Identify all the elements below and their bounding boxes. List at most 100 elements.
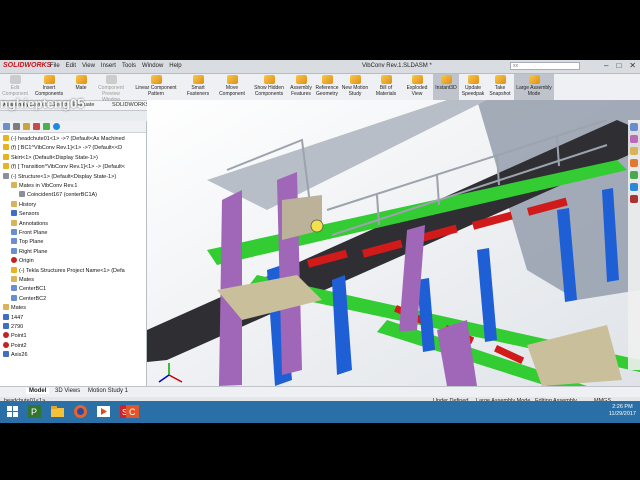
tree-item-label: (-) Structure<1> (Default<Display State-… bbox=[11, 173, 117, 180]
tree-item[interactable]: Sensors bbox=[11, 210, 39, 219]
design-library-icon[interactable] bbox=[630, 147, 638, 155]
tree-item[interactable]: CenterBC2 bbox=[11, 294, 47, 304]
capture-app-icon[interactable]: C bbox=[124, 403, 141, 420]
view-palette-icon[interactable] bbox=[630, 171, 638, 179]
home-icon[interactable] bbox=[630, 123, 638, 131]
maximize-icon[interactable]: □ bbox=[616, 61, 621, 70]
tree-item[interactable]: CenterBC1 bbox=[11, 285, 46, 294]
solidworks-window: SOLIDWORKS File Edit View Insert Tools Window… bbox=[0, 60, 640, 413]
command-manager-ribbon: Edit Component Insert Components Mate Compo… bbox=[0, 74, 640, 103]
top-letterbox bbox=[0, 0, 640, 11]
tree-item-label: Coincident167 (centerBC1A) bbox=[27, 192, 98, 199]
tree-item-label: CenterBC2 bbox=[19, 295, 47, 302]
ribbon-label: Assembly Features bbox=[290, 85, 312, 97]
take-snapshot-button[interactable]: Take Snapshot bbox=[487, 74, 513, 100]
tree-item[interactable]: Origin bbox=[11, 257, 34, 266]
tree-item[interactable]: Top Plane bbox=[11, 238, 43, 247]
update-speedpak-button[interactable]: Update Speedpak bbox=[460, 74, 486, 100]
tree-item[interactable]: Right Plane bbox=[11, 247, 47, 257]
tree-item[interactable]: Mates bbox=[3, 304, 26, 313]
tree-item[interactable]: Axis26 bbox=[3, 351, 28, 360]
dimxpert-icon[interactable] bbox=[33, 123, 40, 130]
edit-component-icon bbox=[9, 75, 21, 84]
menu-window[interactable]: Window bbox=[142, 63, 163, 69]
bill-of-materials-button[interactable]: Bill of Materials bbox=[371, 74, 401, 100]
new-motion-study-button[interactable]: New Motion Study bbox=[340, 74, 370, 100]
menu-help[interactable]: Help bbox=[169, 63, 181, 69]
menu-file[interactable]: File bbox=[50, 63, 60, 69]
tree-item[interactable]: Mates in VibConv Rev.1 bbox=[11, 182, 78, 191]
tree-item[interactable]: (-) Tekla Structures Project Name<1> (De… bbox=[11, 266, 125, 276]
document-title: VibConv Rev.1.SLDASM * bbox=[362, 63, 432, 69]
ribbon-label: Mate bbox=[75, 85, 87, 91]
smart-fasteners-button[interactable]: Smart Fasteners bbox=[183, 74, 213, 100]
tree-item[interactable]: Point2 bbox=[3, 341, 27, 351]
tree-item-label: Top Plane bbox=[19, 239, 44, 246]
menu-edit[interactable]: Edit bbox=[66, 63, 76, 69]
tree-item[interactable]: Skirt<1> (Default<Display State-1>) bbox=[3, 153, 98, 163]
exploded-view-button[interactable]: Exploded View bbox=[402, 74, 432, 100]
project-app-icon[interactable]: P bbox=[26, 403, 43, 420]
feature-manager-icon[interactable] bbox=[3, 123, 10, 130]
tree-item[interactable]: Mates bbox=[11, 276, 34, 285]
large-assembly-mode-button[interactable]: Large Assembly Mode bbox=[514, 74, 554, 100]
tree-item-label: 1447 bbox=[11, 314, 24, 321]
tree-item[interactable]: (-) headchute01<1> ->? (Default<As Machi… bbox=[3, 135, 125, 144]
assembly-features-button[interactable]: Assembly Features bbox=[288, 74, 314, 100]
ribbon-label: Take Snapshot bbox=[489, 85, 511, 97]
tree-item-label: Point2 bbox=[11, 342, 27, 349]
tree-item[interactable]: (f) [ Transition^VibConv Rev.1]<1> -> (D… bbox=[3, 163, 125, 172]
display-manager-icon[interactable] bbox=[43, 123, 50, 130]
tree-node-icon bbox=[3, 135, 9, 141]
tree-item[interactable]: (-) Structure<1> (Default<Display State-… bbox=[3, 172, 117, 182]
tree-item-label: Sensors bbox=[19, 211, 40, 218]
tree-item[interactable]: Coincident167 (centerBC1A) bbox=[19, 191, 97, 200]
system-clock[interactable]: 2:26 PM 11/29/2017 bbox=[609, 404, 636, 418]
file-explorer-icon[interactable] bbox=[630, 159, 638, 167]
linear-component-pattern-icon bbox=[150, 75, 162, 84]
reference-geometry-button[interactable]: Reference Geometry bbox=[315, 74, 339, 100]
tab-3d-views[interactable]: 3D Views bbox=[52, 388, 83, 394]
move-component-icon bbox=[226, 75, 238, 84]
tree-node-icon bbox=[11, 182, 17, 188]
configuration-manager-icon[interactable] bbox=[23, 123, 30, 130]
model-tabs: Model 3D Views Motion Study 1 bbox=[0, 386, 640, 397]
instant3d-button[interactable]: Instant3D bbox=[433, 74, 459, 100]
appearances-icon[interactable] bbox=[630, 183, 638, 191]
tree-item-label: Mates bbox=[11, 305, 26, 312]
close-icon[interactable]: ✕ bbox=[629, 61, 636, 70]
custom-properties-icon[interactable] bbox=[630, 195, 638, 203]
bill-of-materials-icon bbox=[380, 75, 392, 84]
tab-motion-study-1[interactable]: Motion Study 1 bbox=[85, 388, 131, 394]
file-explorer-taskbar-icon[interactable] bbox=[49, 403, 66, 420]
menu-bar: File Edit View Insert Tools Window Help bbox=[50, 63, 182, 69]
menu-insert[interactable]: Insert bbox=[101, 63, 116, 69]
resources-icon[interactable] bbox=[630, 135, 638, 143]
tree-item[interactable]: (f) [ BC1^VibConv Rev.1]<1> ->? (Default… bbox=[3, 144, 122, 153]
property-manager-icon[interactable] bbox=[13, 123, 20, 130]
graphics-viewport[interactable] bbox=[147, 100, 640, 386]
search-input[interactable]: xx bbox=[510, 62, 580, 70]
menu-view[interactable]: View bbox=[82, 63, 95, 69]
appearance-icon[interactable] bbox=[53, 123, 60, 130]
ribbon-label: Large Assembly Mode bbox=[516, 85, 552, 97]
show-hidden-components-button[interactable]: Show Hidden Components bbox=[251, 74, 287, 100]
tab-model[interactable]: Model bbox=[26, 388, 50, 394]
tree-node-icon bbox=[11, 285, 17, 292]
firefox-icon[interactable] bbox=[72, 403, 89, 420]
minimize-icon[interactable]: – bbox=[604, 61, 608, 70]
smart-fasteners-icon bbox=[192, 75, 204, 84]
tree-item[interactable]: History bbox=[11, 200, 36, 210]
linear-component-pattern-button[interactable]: Linear Component Pattern bbox=[130, 74, 182, 100]
tree-item[interactable]: 2790 bbox=[3, 323, 23, 332]
menu-tools[interactable]: Tools bbox=[122, 63, 136, 69]
start-button[interactable] bbox=[4, 403, 21, 420]
tree-item[interactable]: Point1 bbox=[3, 332, 27, 341]
tree-item[interactable]: Front Plane bbox=[11, 229, 47, 238]
tree-item[interactable]: 1447 bbox=[3, 313, 24, 323]
component-preview-window-button[interactable]: Component Preview Window bbox=[93, 74, 129, 103]
tree-item[interactable]: Annotations bbox=[11, 219, 48, 229]
window-controls: – □ ✕ bbox=[604, 61, 636, 70]
media-player-icon[interactable] bbox=[95, 403, 112, 420]
move-component-button[interactable]: Move Component bbox=[214, 74, 250, 100]
